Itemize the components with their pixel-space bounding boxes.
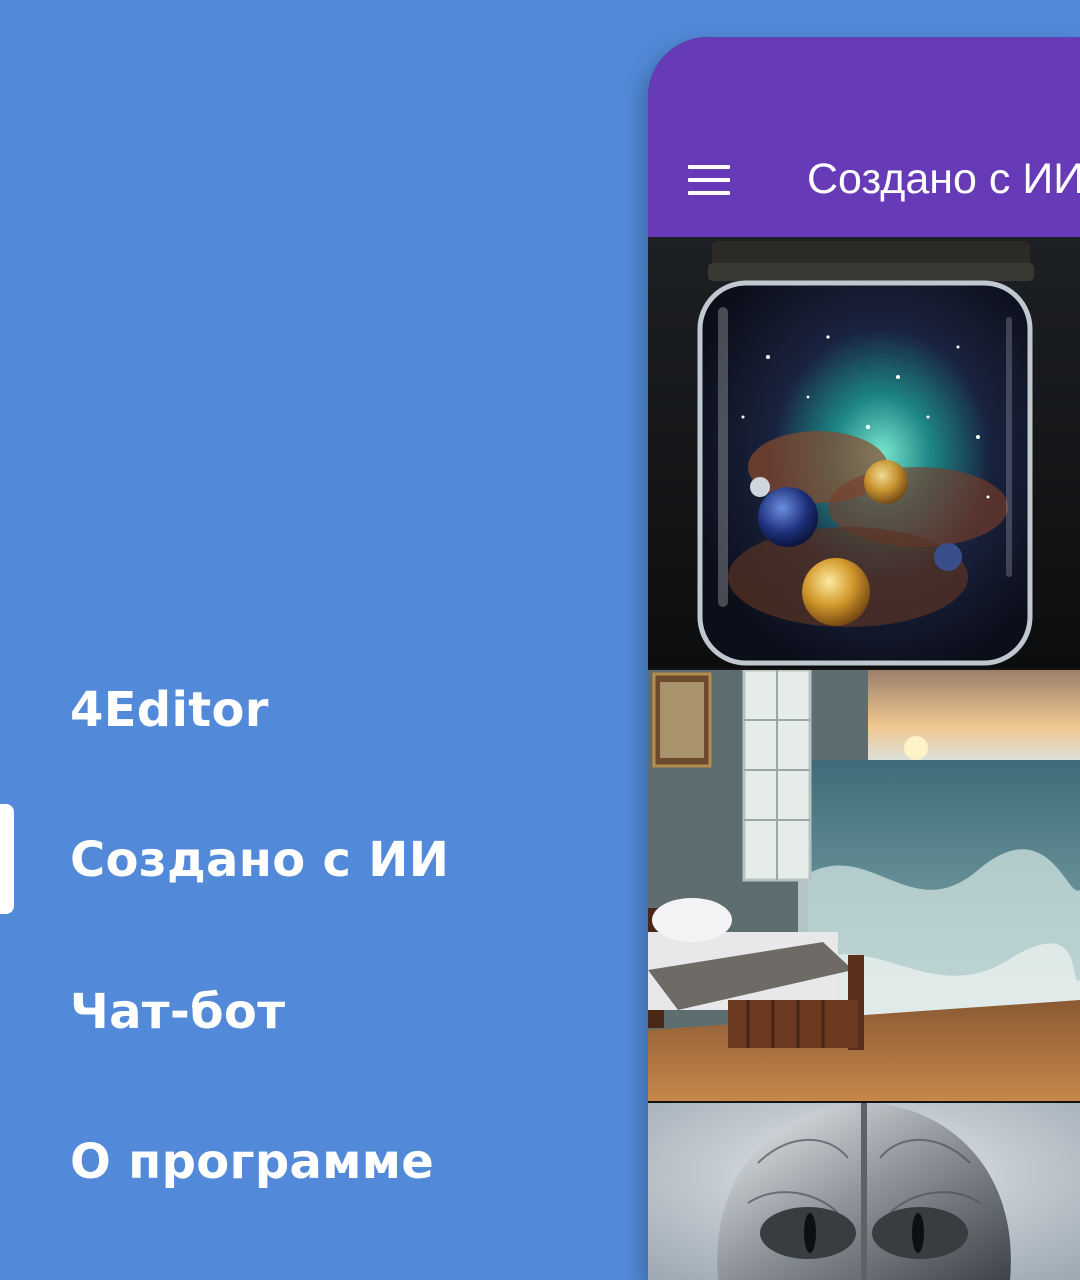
drawer-item-label: Чат-бот: [70, 984, 286, 1040]
drawer-item-label: 4Editor: [70, 682, 269, 738]
drawer-item-4editor[interactable]: 4Editor: [70, 660, 590, 760]
app-bar-title: Создано с ИИ: [807, 155, 1080, 203]
drawer-item-chat-bot[interactable]: Чат-бот: [70, 962, 590, 1062]
drawer-item-label: Создано с ИИ: [70, 832, 450, 888]
galaxy-jar-image: [648, 237, 1080, 668]
active-item-indicator: [0, 804, 14, 914]
cat-helmet-image: [648, 1103, 1080, 1280]
bedroom-ocean-image: [648, 670, 1080, 1101]
gallery-image-galaxy-jar[interactable]: [648, 237, 1080, 668]
hamburger-menu-icon: [688, 165, 730, 195]
main-screen-preview[interactable]: Создано с ИИ: [648, 37, 1080, 1280]
menu-button[interactable]: [682, 153, 736, 207]
gallery-image-cat-helmet[interactable]: [648, 1103, 1080, 1280]
drawer-item-about[interactable]: О программе: [70, 1112, 590, 1212]
drawer-item-label: О программе: [70, 1134, 435, 1190]
navigation-drawer: 4Editor Создано с ИИ Чат-бот О программе: [0, 0, 640, 1280]
drawer-item-created-with-ai[interactable]: Создано с ИИ: [70, 810, 590, 910]
app-bar: Создано с ИИ: [648, 37, 1080, 237]
gallery-image-bedroom-ocean[interactable]: [648, 670, 1080, 1101]
